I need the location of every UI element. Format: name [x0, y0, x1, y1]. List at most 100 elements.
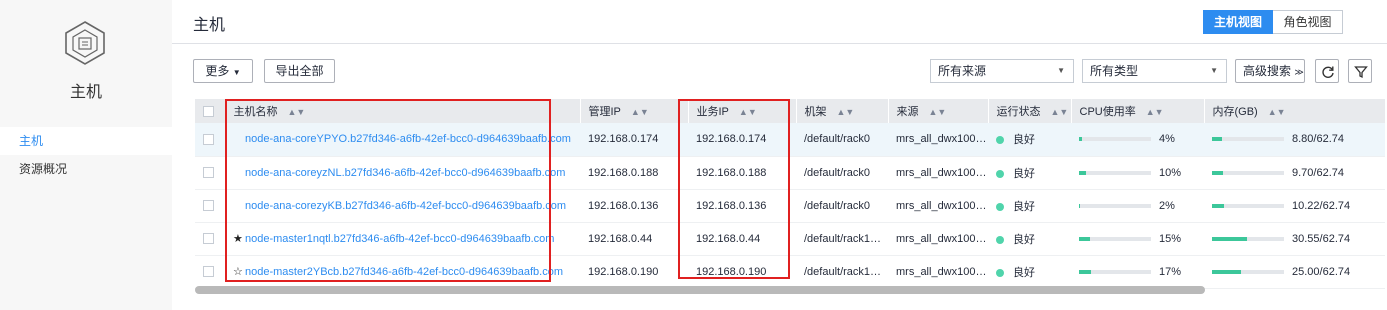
memory-usage-bar	[1212, 269, 1284, 274]
filter-button[interactable]	[1348, 59, 1372, 83]
type-filter-select[interactable]: 所有类型 ▼	[1082, 59, 1227, 83]
biz-ip-cell: 192.168.0.174	[688, 123, 796, 157]
sort-icon[interactable]: ▲▼	[929, 107, 947, 117]
sidebar-item-resource-overview[interactable]: 资源概况	[0, 155, 172, 183]
source-filter-select[interactable]: 所有来源 ▼	[930, 59, 1074, 83]
status-text: 良好	[1013, 233, 1035, 246]
column-header-memory[interactable]: 内存(GB) ▲▼	[1204, 99, 1386, 123]
row-checkbox[interactable]	[203, 133, 214, 145]
status-cell: 良好	[988, 156, 1071, 190]
column-header-label: 内存(GB)	[1212, 106, 1258, 118]
cpu-usage-bar	[1079, 269, 1151, 274]
memory-usage-text: 8.80/62.74	[1292, 133, 1344, 146]
mgmt-ip-cell: 192.168.0.188	[580, 156, 688, 190]
column-header-mgmt-ip[interactable]: 管理IP ▲▼	[580, 99, 689, 123]
host-name-link[interactable]: node-ana-corezyKB.b27fd346-a6fb-42ef-bcc…	[245, 200, 566, 212]
row-checkbox[interactable]	[203, 167, 214, 179]
row-select-cell	[195, 123, 225, 157]
cpu-cell: 15%	[1071, 222, 1204, 256]
source-cell: mrs_all_dwx100…	[888, 156, 988, 190]
cpu-usage-fill	[1079, 269, 1092, 274]
table-row[interactable]: node-ana-coreyzNL.b27fd346-a6fb-42ef-bcc…	[195, 156, 1385, 190]
memory-cell: 10.22/62.74	[1204, 189, 1385, 223]
sort-icon[interactable]: ▲▼	[739, 107, 757, 117]
column-header-source[interactable]: 来源 ▲▼	[888, 99, 989, 123]
column-header-rack[interactable]: 机架 ▲▼	[796, 99, 889, 123]
refresh-button[interactable]	[1315, 59, 1339, 83]
column-header-label: 来源	[896, 106, 919, 118]
table-row[interactable]: ★ node-master1nqtl.b27fd346-a6fb-42ef-bcc…	[195, 222, 1385, 256]
select-all-cell	[195, 99, 226, 123]
status-dot-icon	[996, 169, 1004, 178]
memory-usage-bar	[1212, 236, 1284, 241]
sidebar-item-host[interactable]: 主机	[0, 127, 172, 155]
cpu-usage-text: 10%	[1159, 166, 1182, 179]
column-header-host-name[interactable]: 主机名称 ▲▼	[225, 99, 581, 123]
column-header-status[interactable]: 运行状态 ▲▼	[988, 99, 1072, 123]
sort-icon[interactable]: ▲▼	[1146, 107, 1164, 117]
biz-ip-cell: 192.168.0.190	[688, 255, 796, 289]
double-chevron-down-icon: ≫	[1294, 67, 1304, 77]
view-switch: 主机视图 角色视图	[1203, 10, 1343, 34]
filter-icon	[1354, 66, 1368, 79]
sort-icon[interactable]: ▲▼	[1051, 107, 1069, 117]
main-panel: 主机 主机视图 角色视图 更多 ▼ 导出全部 所有来源 ▼ 所有类型 ▼ 高级搜索 …	[172, 0, 1387, 310]
export-all-button[interactable]: 导出全部	[264, 59, 335, 83]
host-name-link[interactable]: node-ana-coreYPYO.b27fd346-a6fb-42ef-bcc…	[245, 133, 571, 145]
row-checkbox[interactable]	[203, 233, 214, 245]
chevron-down-icon: ▼	[1210, 66, 1218, 75]
sort-icon[interactable]: ▲▼	[288, 107, 306, 117]
memory-usage-fill	[1212, 236, 1248, 241]
select-all-checkbox[interactable]	[203, 105, 214, 117]
column-header-label: 机架	[804, 106, 827, 118]
column-header-label: 业务IP	[696, 106, 729, 118]
sort-icon[interactable]: ▲▼	[837, 107, 855, 117]
sidebar-title: 主机	[69, 84, 102, 101]
rack-cell: /default/rack1…	[796, 222, 888, 256]
status-dot-icon	[996, 235, 1004, 244]
cpu-usage-text: 17%	[1159, 265, 1182, 278]
row-checkbox[interactable]	[203, 200, 214, 212]
horizontal-scrollbar[interactable]	[195, 286, 1385, 294]
host-view-button[interactable]: 主机视图	[1203, 10, 1273, 34]
rack-cell: /default/rack0	[796, 156, 888, 190]
scrollbar-thumb[interactable]	[195, 286, 1205, 294]
host-name-cell: node-ana-coreYPYO.b27fd346-a6fb-42ef-bcc…	[225, 123, 580, 157]
table-row[interactable]: ☆ node-master2YBcb.b27fd346-a6fb-42ef-bcc…	[195, 255, 1385, 289]
host-name-cell: node-ana-corezyKB.b27fd346-a6fb-42ef-bcc…	[225, 189, 580, 223]
type-filter-value: 所有类型	[1090, 64, 1139, 78]
row-select-cell	[195, 189, 225, 223]
cpu-usage-fill	[1079, 203, 1081, 208]
cpu-usage-text: 15%	[1159, 232, 1182, 245]
cpu-usage-bar	[1079, 203, 1151, 208]
advanced-search-button[interactable]: 高级搜索 ≫	[1235, 59, 1305, 83]
role-view-button[interactable]: 角色视图	[1273, 10, 1343, 34]
column-header-cpu[interactable]: CPU使用率 ▲▼	[1071, 99, 1205, 123]
status-cell: 良好	[988, 255, 1071, 289]
memory-usage-fill	[1212, 269, 1241, 274]
host-name-link[interactable]: node-master1nqtl.b27fd346-a6fb-42ef-bcc0…	[245, 233, 554, 245]
sort-icon[interactable]: ▲▼	[631, 107, 649, 117]
rack-cell: /default/rack0	[796, 123, 888, 157]
mgmt-ip-cell: 192.168.0.44	[580, 222, 688, 256]
rack-cell: /default/rack0	[796, 189, 888, 223]
chevron-down-icon: ▼	[1057, 66, 1065, 75]
memory-usage-text: 25.00/62.74	[1292, 265, 1351, 278]
source-cell: mrs_all_dwx100…	[888, 255, 988, 289]
host-name-link[interactable]: node-ana-coreyzNL.b27fd346-a6fb-42ef-bcc…	[245, 167, 565, 179]
more-button-label: 更多	[205, 64, 230, 78]
more-button[interactable]: 更多 ▼	[193, 59, 253, 83]
column-header-biz-ip[interactable]: 业务IP ▲▼	[688, 99, 797, 123]
memory-usage-text: 9.70/62.74	[1292, 166, 1344, 179]
memory-cell: 8.80/62.74	[1204, 123, 1385, 157]
table-row[interactable]: node-ana-coreYPYO.b27fd346-a6fb-42ef-bcc…	[195, 123, 1385, 157]
host-name-link[interactable]: node-master2YBcb.b27fd346-a6fb-42ef-bcc0…	[245, 266, 563, 278]
table-row[interactable]: node-ana-corezyKB.b27fd346-a6fb-42ef-bcc…	[195, 189, 1385, 223]
mgmt-ip-cell: 192.168.0.190	[580, 255, 688, 289]
source-cell: mrs_all_dwx100…	[888, 222, 988, 256]
source-filter-value: 所有来源	[938, 64, 987, 78]
sort-icon[interactable]: ▲▼	[1268, 107, 1286, 117]
row-select-cell	[195, 255, 225, 289]
memory-usage-fill	[1212, 203, 1224, 208]
row-checkbox[interactable]	[203, 266, 214, 278]
